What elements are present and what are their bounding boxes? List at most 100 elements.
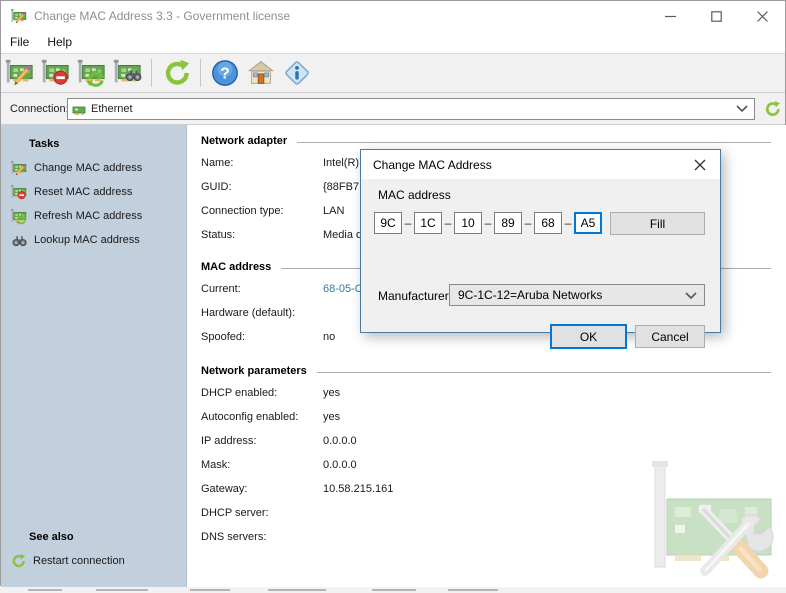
about-toolbar-button[interactable] bbox=[279, 56, 315, 90]
detail-row: DHCP enabled:yes bbox=[187, 381, 786, 405]
row-label: GUID: bbox=[201, 181, 323, 193]
chevron-down-icon bbox=[685, 292, 697, 300]
help-toolbar-button[interactable] bbox=[207, 56, 243, 90]
detail-row: Autoconfig enabled:yes bbox=[187, 405, 786, 429]
row-value: no bbox=[323, 331, 335, 343]
sidebar-item-label: Reset MAC address bbox=[34, 186, 132, 198]
toolbar-separator bbox=[151, 59, 152, 87]
row-value: 10.58.215.161 bbox=[323, 483, 393, 495]
app-window: Change MAC Address 3.3 - Government lice… bbox=[0, 0, 786, 586]
binoculars-icon bbox=[10, 232, 27, 249]
detail-row: DNS servers: bbox=[187, 525, 786, 549]
sidebar-item-restart-connection[interactable]: Restart connection bbox=[1, 549, 186, 573]
minimize-button[interactable] bbox=[647, 1, 693, 31]
maximize-button[interactable] bbox=[693, 1, 739, 31]
sidebar-item-change-mac[interactable]: Change MAC address bbox=[1, 156, 186, 180]
row-value: 0.0.0.0 bbox=[323, 459, 357, 471]
sidebar-item-label: Restart connection bbox=[33, 555, 125, 567]
screen: Change MAC Address 3.3 - Government lice… bbox=[0, 0, 786, 593]
dialog-close-button[interactable] bbox=[680, 150, 720, 179]
sidebar-item-lookup-mac[interactable]: Lookup MAC address bbox=[1, 228, 186, 252]
close-button[interactable] bbox=[739, 1, 785, 31]
close-icon bbox=[757, 11, 768, 22]
mac-octet-2-input[interactable] bbox=[414, 212, 442, 234]
mac-octet-5-input[interactable] bbox=[534, 212, 562, 234]
section-title: MAC address bbox=[201, 261, 271, 273]
sidebar-item-refresh-mac[interactable]: Refresh MAC address bbox=[1, 204, 186, 228]
mac-address-group-label: MAC address bbox=[378, 188, 451, 202]
nic-change-icon bbox=[10, 160, 27, 177]
row-label: DHCP server: bbox=[201, 507, 323, 519]
row-value: 0.0.0.0 bbox=[323, 435, 357, 447]
connection-select[interactable]: Ethernet bbox=[67, 98, 755, 120]
reset-mac-toolbar-button[interactable] bbox=[37, 56, 73, 90]
change-mac-toolbar-button[interactable] bbox=[1, 56, 37, 90]
dialog-title: Change MAC Address bbox=[373, 158, 492, 172]
row-label: Name: bbox=[201, 157, 323, 169]
row-label: Connection type: bbox=[201, 205, 323, 217]
nic-reset-icon bbox=[10, 184, 27, 201]
menu-file[interactable]: File bbox=[1, 32, 38, 52]
row-label: Mask: bbox=[201, 459, 323, 471]
lookup-mac-toolbar-button[interactable] bbox=[109, 56, 145, 90]
tasks-sidebar: Tasks Change MAC address Reset MAC addre… bbox=[1, 125, 187, 587]
refresh-connections-button[interactable] bbox=[763, 100, 781, 121]
window-title: Change MAC Address 3.3 - Government lice… bbox=[34, 9, 290, 23]
fill-button[interactable]: Fill bbox=[610, 212, 705, 235]
connection-bar: Connection: Ethernet bbox=[1, 93, 785, 125]
refresh-mac-toolbar-button[interactable] bbox=[73, 56, 109, 90]
menu-bar: File Help bbox=[1, 31, 785, 53]
app-icon bbox=[10, 8, 27, 25]
detail-row: Mask:0.0.0.0 bbox=[187, 453, 786, 477]
change-mac-dialog: Change MAC Address MAC address – – – – bbox=[360, 149, 721, 333]
mac-octet-3-input[interactable] bbox=[454, 212, 482, 234]
mac-octet-6-input[interactable] bbox=[574, 212, 602, 234]
row-label: Autoconfig enabled: bbox=[201, 411, 323, 423]
row-value: {88FB7 bbox=[323, 181, 359, 193]
section-title: Network parameters bbox=[201, 365, 307, 377]
sidebar-item-reset-mac[interactable]: Reset MAC address bbox=[1, 180, 186, 204]
manufacturer-label: Manufacturer bbox=[378, 289, 449, 303]
row-label: Hardware (default): bbox=[201, 307, 323, 319]
cancel-button[interactable]: Cancel bbox=[635, 325, 705, 348]
row-value: yes bbox=[323, 387, 340, 399]
row-value: Intel(R) bbox=[323, 157, 359, 169]
title-bar: Change MAC Address 3.3 - Government lice… bbox=[1, 1, 785, 31]
sidebar-item-label: Lookup MAC address bbox=[34, 234, 140, 246]
help-icon bbox=[210, 58, 240, 88]
mac-octet-row: – – – – – bbox=[374, 212, 602, 234]
close-icon bbox=[694, 159, 706, 171]
sidebar-item-label: Refresh MAC address bbox=[34, 210, 142, 222]
refresh-icon bbox=[763, 100, 781, 118]
menu-help[interactable]: Help bbox=[38, 32, 81, 52]
row-label: DNS servers: bbox=[201, 531, 323, 543]
see-also-header: See also bbox=[29, 531, 186, 543]
mac-octet-4-input[interactable] bbox=[494, 212, 522, 234]
nic-mini-icon bbox=[72, 102, 86, 116]
row-label: Spoofed: bbox=[201, 331, 323, 343]
detail-row: Gateway:10.58.215.161 bbox=[187, 477, 786, 501]
row-label: Current: bbox=[201, 283, 323, 295]
minimize-icon bbox=[665, 11, 676, 22]
section-header-network-parameters: Network parameters bbox=[187, 361, 786, 381]
row-label: Gateway: bbox=[201, 483, 323, 495]
home-icon bbox=[246, 58, 276, 88]
mac-octet-1-input[interactable] bbox=[374, 212, 402, 234]
ok-button[interactable]: OK bbox=[550, 324, 627, 349]
section-header-network-adapter: Network adapter bbox=[187, 131, 786, 151]
octet-separator: – bbox=[482, 216, 494, 230]
connection-value: Ethernet bbox=[91, 103, 133, 115]
connection-label: Connection: bbox=[10, 103, 69, 115]
octet-separator: – bbox=[442, 216, 454, 230]
toolbar bbox=[1, 53, 785, 93]
nic-refresh-icon bbox=[76, 58, 106, 88]
row-label: Status: bbox=[201, 229, 323, 241]
row-label: IP address: bbox=[201, 435, 323, 447]
manufacturer-select[interactable]: 9C-1C-12=Aruba Networks bbox=[449, 284, 705, 306]
background-window-sliver bbox=[0, 587, 786, 593]
restart-connection-toolbar-button[interactable] bbox=[158, 56, 194, 90]
tasks-header: Tasks bbox=[29, 138, 186, 150]
section-title: Network adapter bbox=[201, 135, 287, 147]
chevron-down-icon bbox=[736, 105, 748, 113]
home-toolbar-button[interactable] bbox=[243, 56, 279, 90]
